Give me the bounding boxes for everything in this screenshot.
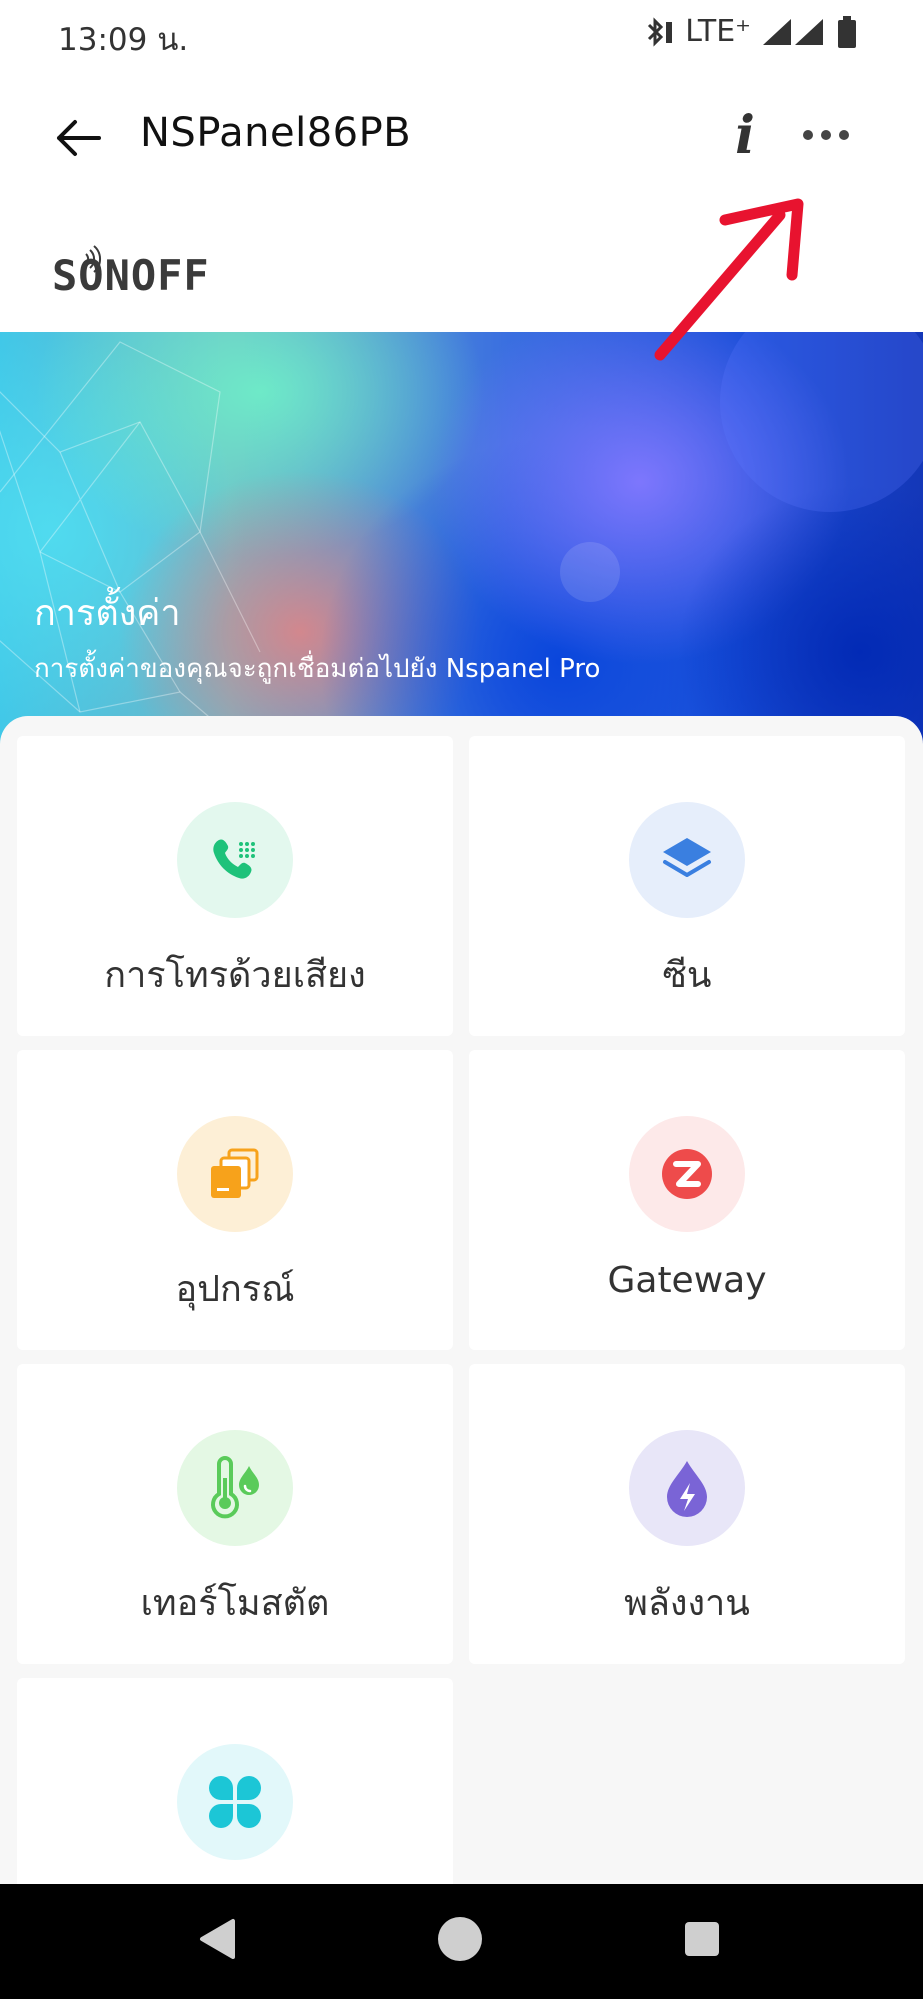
tile-icon-bg xyxy=(177,1116,293,1232)
app-bar: NSPanel86PB i xyxy=(0,80,923,196)
tile-icon-bg xyxy=(177,1744,293,1860)
more-horizontal-icon xyxy=(803,130,849,140)
nav-recents-square-icon xyxy=(685,1922,719,1956)
tile-energy[interactable]: พลังงาน xyxy=(469,1364,905,1664)
tile-label: ซีน xyxy=(662,955,712,996)
four-petal-grid-icon xyxy=(209,1776,261,1828)
info-button[interactable]: i xyxy=(720,104,770,168)
bluetooth-icon xyxy=(641,15,675,49)
nav-recents-button[interactable] xyxy=(667,1904,737,1974)
network-type-label: LTE⁺ xyxy=(685,14,751,49)
nav-home-button[interactable] xyxy=(425,1904,495,1974)
tile-devices[interactable]: อุปกรณ์ xyxy=(17,1050,453,1350)
arrow-left-icon xyxy=(57,120,101,156)
back-button[interactable] xyxy=(48,108,108,168)
brand-name: SONOFF xyxy=(52,251,210,298)
tile-label: เทอร์โมสตัต xyxy=(140,1583,330,1624)
nav-back-button[interactable] xyxy=(183,1904,253,1974)
hero-title: การตั้งค่า xyxy=(34,593,181,634)
system-nav-bar xyxy=(0,1884,923,1999)
tile-label: Gateway xyxy=(607,1260,767,1301)
battery-icon xyxy=(837,15,857,49)
more-options-button[interactable] xyxy=(796,110,856,160)
device-stack-icon xyxy=(211,1148,259,1198)
tile-icon-bg xyxy=(177,1430,293,1546)
phone-dialpad-icon xyxy=(213,839,255,879)
hero-banner: การตั้งค่า การตั้งค่าของคุณจะถูกเชื่อมต่… xyxy=(0,332,923,752)
tile-icon-bg xyxy=(629,1430,745,1546)
status-bar: 13:09 น. LTE⁺ xyxy=(0,0,923,66)
hero-subtitle: การตั้งค่าของคุณจะถูกเชื่อมต่อไปยัง Nspa… xyxy=(34,654,601,684)
settings-grid: การโทรด้วยเสียง ซีน อุปกรณ์ Gateway เทอร… xyxy=(0,716,923,1999)
signal-icon xyxy=(761,17,827,47)
nav-back-triangle-icon xyxy=(200,1919,235,1959)
tile-icon-bg xyxy=(177,802,293,918)
tile-gateway[interactable]: Gateway xyxy=(469,1050,905,1350)
tile-label: อุปกรณ์ xyxy=(175,1269,295,1310)
tile-scene[interactable]: ซีน xyxy=(469,736,905,1036)
page-title: NSPanel86PB xyxy=(140,110,412,156)
status-icons: LTE⁺ xyxy=(641,14,857,49)
zigbee-icon xyxy=(662,1149,712,1199)
hero-decoration xyxy=(0,332,923,752)
status-time: 13:09 น. xyxy=(58,22,189,58)
tile-label: การโทรด้วยเสียง xyxy=(104,955,366,996)
energy-drop-icon xyxy=(667,1461,707,1517)
tile-icon-bg xyxy=(629,802,745,918)
nav-home-circle-icon xyxy=(438,1917,482,1961)
tile-thermostat[interactable]: เทอร์โมสตัต xyxy=(17,1364,453,1664)
thermometer-drop-icon xyxy=(211,1456,259,1519)
sonoff-logo: SONOFF xyxy=(50,240,230,300)
tile-voice-call[interactable]: การโทรด้วยเสียง xyxy=(17,736,453,1036)
layers-icon xyxy=(663,838,711,877)
tile-icon-bg xyxy=(629,1116,745,1232)
tile-label: พลังงาน xyxy=(624,1583,750,1624)
